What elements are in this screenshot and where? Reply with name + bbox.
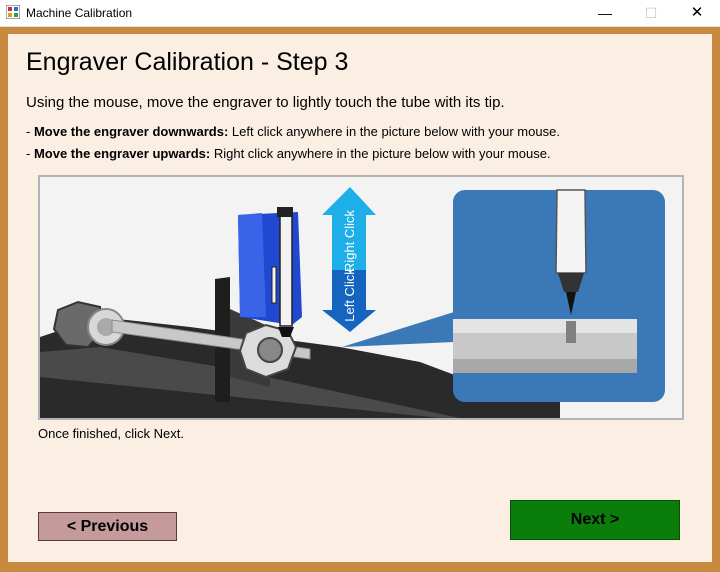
up-arrow-label: Right Click [342, 209, 357, 272]
inset-engraving-mark [566, 321, 576, 343]
instruction-up-text: Right click anywhere in the picture belo… [210, 146, 551, 161]
instruction-up: - Move the engraver upwards: Right click… [26, 146, 551, 161]
down-arrow-label: Left Click [342, 268, 357, 322]
inset-tube-shadow [453, 359, 637, 373]
close-button[interactable]: ✕ [674, 0, 720, 26]
engraver-pen [279, 210, 293, 327]
minimize-button[interactable]: — [582, 0, 628, 26]
previous-button[interactable]: < Previous [38, 512, 177, 541]
instruction-down-text: Left click anywhere in the picture below… [228, 124, 560, 139]
engraver-cap [277, 207, 293, 217]
instruction-down-label: Move the engraver downwards: [33, 124, 229, 139]
calibration-picture[interactable]: Right Click Left Click [38, 175, 684, 420]
engraver-face [238, 213, 266, 317]
maximize-button[interactable]: ☐ [628, 0, 674, 26]
main-panel: Engraver Calibration - Step 3 Using the … [8, 34, 712, 562]
engraver-spring [271, 266, 277, 304]
inset-pen [555, 189, 587, 274]
app-icon [6, 5, 20, 19]
title-bar[interactable]: Machine Calibration — ☐ ✕ [0, 0, 720, 27]
window-title: Machine Calibration [26, 6, 133, 20]
next-button[interactable]: Next > [510, 500, 680, 540]
holder-hole [257, 337, 283, 363]
finished-text: Once finished, click Next. [38, 426, 184, 441]
instruction-down: - Move the engraver downwards: Left clic… [26, 124, 560, 139]
page-title: Engraver Calibration - Step 3 [26, 48, 349, 76]
intro-text: Using the mouse, move the engraver to li… [26, 94, 505, 111]
inset-tube-highlight [453, 319, 637, 333]
engraver-illustration[interactable]: Right Click Left Click [40, 177, 682, 418]
instruction-up-label: Move the engraver upwards: [33, 146, 211, 161]
